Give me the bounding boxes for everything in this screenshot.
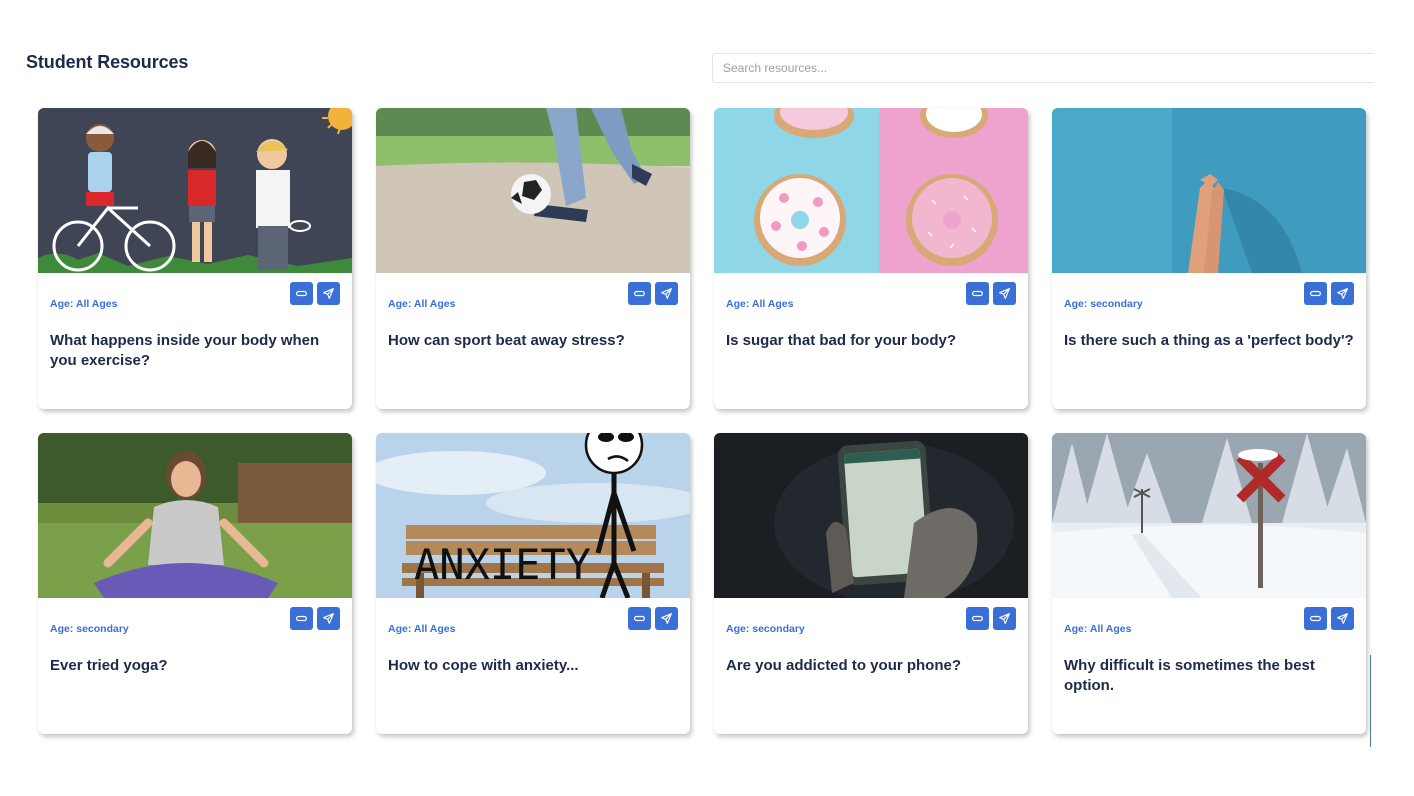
football-image [376,108,690,273]
age-label: Age: All Ages [1064,623,1132,635]
age-label: Age: secondary [726,623,805,635]
link-icon [296,290,307,297]
link-icon [634,615,645,622]
link-icon [296,615,307,622]
resource-card[interactable]: Age: All Ages What happens inside your b… [38,108,352,409]
share-button[interactable] [993,607,1016,630]
age-label: Age: All Ages [388,623,456,635]
page-title: Student Resources [26,52,189,72]
card-thumbnail [38,108,352,273]
copy-link-button[interactable] [1304,607,1327,630]
send-icon [1337,288,1348,299]
card-title[interactable]: Ever tried yoga? [50,656,340,676]
card-thumbnail [38,433,352,598]
card-thumbnail [714,108,1028,273]
link-icon [1310,290,1321,297]
copy-link-button[interactable] [628,282,651,305]
card-title[interactable]: Is sugar that bad for your body? [726,331,1016,351]
card-title[interactable]: Is there such a thing as a 'perfect body… [1064,331,1354,351]
anxiety-sign-text: ANXIETY [414,540,591,589]
resource-card[interactable]: Age: secondary Ever tried yoga? [38,433,352,734]
copy-link-button[interactable] [1304,282,1327,305]
age-label: Age: secondary [50,623,129,635]
resource-grid: Age: All Ages What happens inside your b… [38,108,1366,734]
anxiety-bench-image: ANXIETY [376,433,690,598]
copy-link-button[interactable] [290,282,313,305]
resource-card[interactable]: ANXIETY Age: All Ages How to cope with a… [376,433,690,734]
link-icon [634,290,645,297]
card-title[interactable]: Why difficult is sometimes the best opti… [1064,656,1354,696]
send-icon [661,288,672,299]
card-thumbnail [1052,433,1366,598]
share-button[interactable] [1331,282,1354,305]
link-icon [1310,615,1321,622]
share-button[interactable] [655,282,678,305]
share-button[interactable] [655,607,678,630]
share-button[interactable] [1331,607,1354,630]
yoga-girl-image [38,433,352,598]
card-thumbnail: ANXIETY [376,433,690,598]
send-icon [999,613,1010,624]
share-button[interactable] [317,607,340,630]
copy-link-button[interactable] [290,607,313,630]
copy-link-button[interactable] [628,607,651,630]
card-title[interactable]: What happens inside your body when you e… [50,331,340,371]
donuts-image [714,108,1028,273]
legs-image [1052,108,1366,273]
age-label: Age: All Ages [50,298,118,310]
resource-card[interactable]: Age: secondary Are you addicted to your … [714,433,1028,734]
card-title[interactable]: Are you addicted to your phone? [726,656,1016,676]
card-thumbnail [714,433,1028,598]
card-thumbnail [1052,108,1366,273]
card-thumbnail [376,108,690,273]
search-input[interactable] [712,53,1374,83]
link-icon [972,290,983,297]
copy-link-button[interactable] [966,607,989,630]
resource-card[interactable]: Age: secondary Is there such a thing as … [1052,108,1366,409]
scrollbar-indicator[interactable] [1370,655,1371,747]
share-button[interactable] [317,282,340,305]
age-label: Age: All Ages [388,298,456,310]
share-button[interactable] [993,282,1016,305]
copy-link-button[interactable] [966,282,989,305]
resource-card[interactable]: Age: All Ages Is sugar that bad for your… [714,108,1028,409]
snowy-trail-sign-image [1052,433,1366,598]
send-icon [323,613,334,624]
send-icon [323,288,334,299]
age-label: Age: All Ages [726,298,794,310]
link-icon [972,615,983,622]
send-icon [661,613,672,624]
cartoon-people-image [38,108,352,273]
resource-card[interactable]: Age: All Ages How can sport beat away st… [376,108,690,409]
phone-in-hand-image [714,433,1028,598]
send-icon [1337,613,1348,624]
age-label: Age: secondary [1064,298,1143,310]
resource-card[interactable]: Age: All Ages Why difficult is sometimes… [1052,433,1366,734]
card-title[interactable]: How to cope with anxiety... [388,656,678,676]
send-icon [999,288,1010,299]
card-title[interactable]: How can sport beat away stress? [388,331,678,351]
